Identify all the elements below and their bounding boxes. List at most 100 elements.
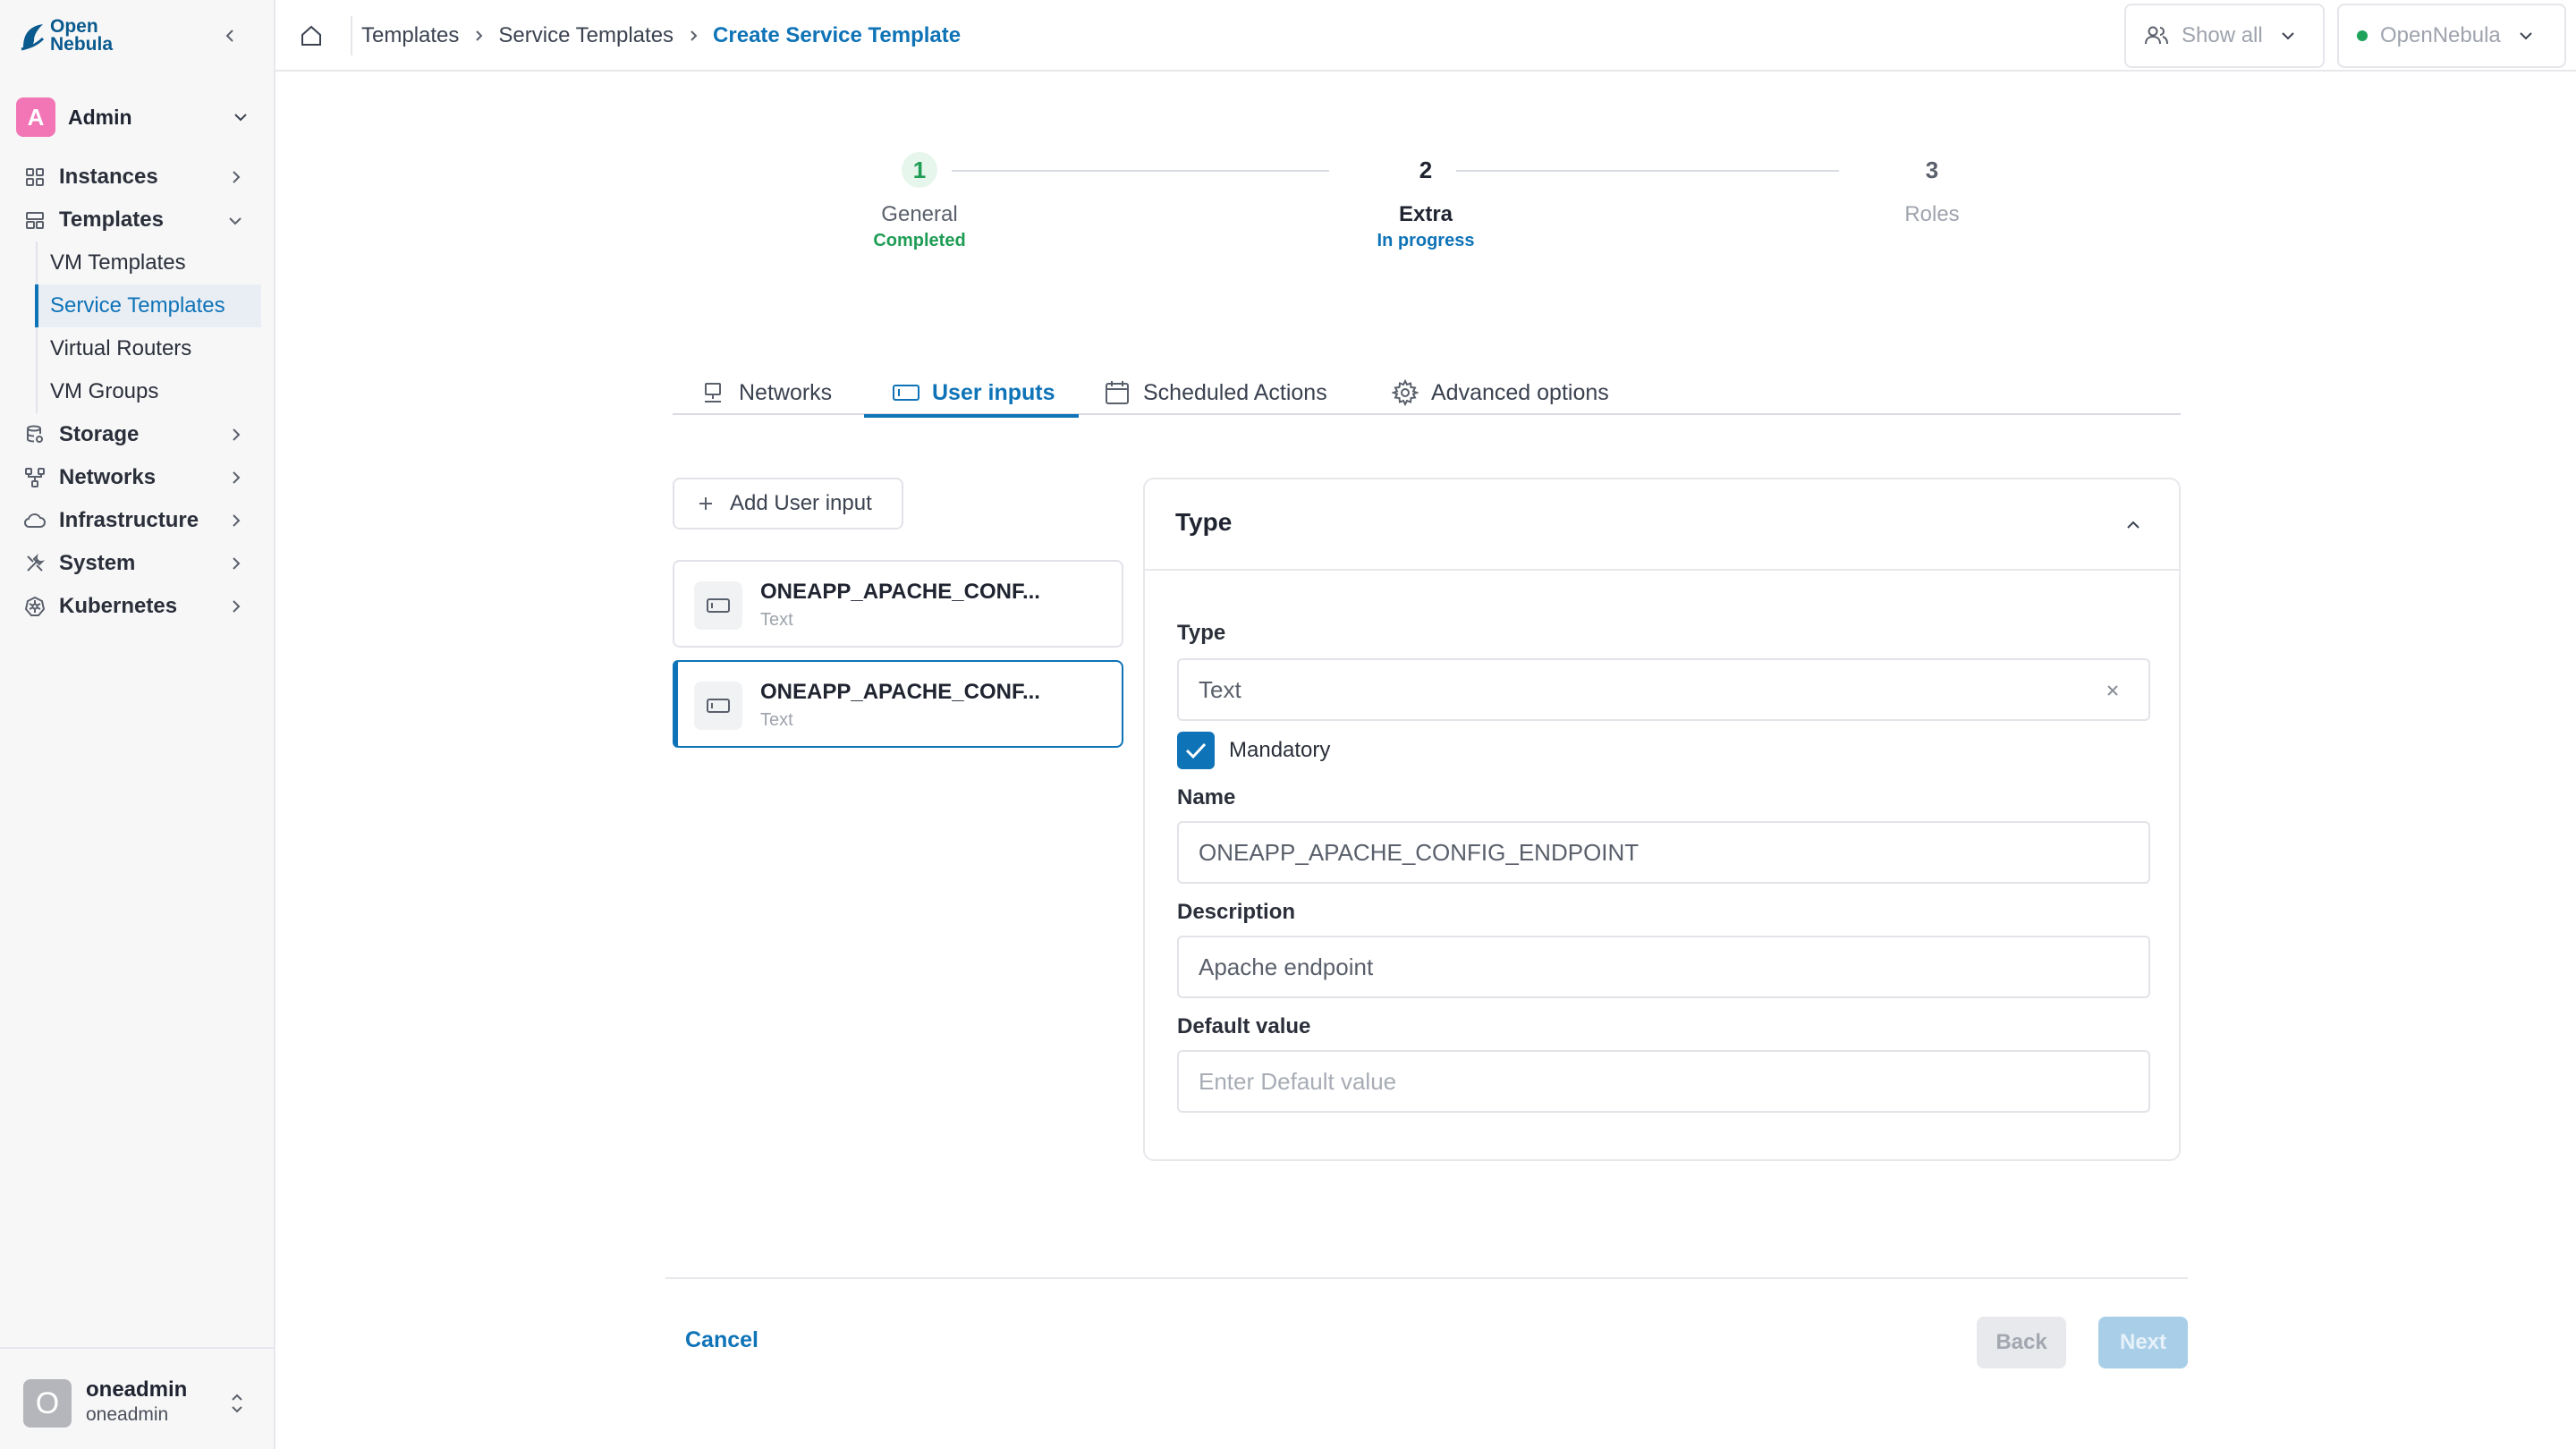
tab-advanced-options[interactable]: Advanced options — [1390, 370, 1609, 415]
chevron-right-icon — [224, 509, 247, 532]
collapse-sidebar-button[interactable] — [218, 23, 243, 48]
step-general[interactable]: 1 General Completed — [812, 152, 1027, 251]
sidebar-user-footer: O oneadmin oneadmin — [0, 1347, 274, 1449]
chevron-right-icon — [224, 595, 247, 618]
user-input-name: ONEAPP_APACHE_CONF... — [760, 580, 1040, 604]
name-input[interactable]: ONEAPP_APACHE_CONFIG_ENDPOINT — [1177, 821, 2150, 884]
step-number: 2 — [1419, 156, 1433, 183]
user-input-type: Text — [760, 610, 793, 630]
text-input-icon — [694, 682, 742, 730]
breadcrumb: Templates Service Templates Create Servi… — [361, 20, 961, 52]
default-value-input[interactable]: Enter Default value — [1177, 1050, 2150, 1113]
user-menu-toggle[interactable] — [225, 1388, 249, 1419]
sidebar-item-service-templates[interactable]: Service Templates — [35, 284, 261, 327]
mandatory-checkbox[interactable] — [1177, 732, 1215, 769]
tab-user-inputs[interactable]: User inputs — [864, 370, 1078, 418]
logo-row: Open Nebula — [20, 16, 261, 57]
sidebar-item-instances[interactable]: Instances — [0, 156, 274, 199]
clear-icon[interactable] — [2104, 682, 2122, 699]
sidebar-item-infrastructure[interactable]: Infrastructure — [0, 499, 274, 542]
tab-networks[interactable]: Networks — [698, 370, 832, 415]
tools-icon — [23, 552, 47, 575]
gear-icon — [1390, 377, 1420, 408]
sidebar-item-vm-templates[interactable]: VM Templates — [38, 242, 261, 284]
sidebar-item-vm-groups[interactable]: VM Groups — [38, 370, 261, 413]
zone-selector-button[interactable]: OpenNebula — [2337, 4, 2566, 68]
breadcrumb-templates[interactable]: Templates — [361, 23, 459, 48]
sidebar-item-templates[interactable]: Templates — [0, 199, 274, 242]
step-title: General — [881, 202, 958, 226]
home-button[interactable] — [295, 20, 327, 52]
step-extra[interactable]: 2 Extra In progress — [1318, 152, 1533, 251]
collapse-panel-button[interactable] — [2120, 512, 2147, 538]
chevron-left-icon — [225, 30, 233, 42]
step-status: Completed — [873, 231, 966, 250]
checkmark-icon — [1185, 742, 1207, 759]
avatar: O — [23, 1379, 72, 1428]
show-all-filter-button[interactable]: Show all — [2124, 4, 2325, 68]
chevron-down-icon — [2520, 32, 2532, 40]
chevron-down-icon — [234, 114, 247, 122]
chevron-up-down-icon — [232, 1394, 242, 1413]
home-icon — [301, 25, 321, 46]
sidebar-item-kubernetes[interactable]: Kubernetes — [0, 585, 274, 628]
extra-tabs: Networks User inputs Scheduled Actions A… — [673, 370, 2181, 418]
logo-line-1: Open — [50, 16, 98, 37]
chevron-up-icon — [2127, 521, 2140, 529]
user-input-item-selected[interactable]: ONEAPP_APACHE_CONF... Text — [673, 660, 1123, 748]
step-number: 3 — [1925, 156, 1939, 183]
tab-label: Advanced options — [1431, 379, 1609, 405]
opennebula-logo[interactable]: Open Nebula — [20, 16, 114, 55]
back-button[interactable]: Back — [1977, 1317, 2066, 1368]
sidebar-item-label: Templates — [59, 208, 164, 232]
sidebar-item-label: System — [59, 551, 136, 575]
type-select-value: Text — [1199, 675, 1241, 703]
breadcrumb-service-templates[interactable]: Service Templates — [498, 23, 674, 48]
user-input-icon — [891, 377, 921, 408]
step-status: In progress — [1377, 231, 1475, 250]
logo-text: Open Nebula — [50, 16, 114, 55]
sidebar: Open Nebula A Admin Instances Templates … — [0, 0, 275, 1449]
description-field-label: Description — [1177, 900, 1296, 924]
mandatory-label: Mandatory — [1229, 738, 1331, 762]
admin-group-selector[interactable]: A Admin — [16, 97, 261, 138]
mandatory-checkbox-row[interactable]: Mandatory — [1177, 732, 1330, 769]
sidebar-item-storage[interactable]: Storage — [0, 413, 274, 456]
breadcrumb-current: Create Service Template — [713, 23, 962, 47]
chevron-right-icon — [224, 165, 247, 189]
type-field-label: Type — [1177, 621, 1226, 645]
tab-scheduled-actions[interactable]: Scheduled Actions — [1102, 370, 1327, 415]
cloud-icon — [23, 509, 47, 532]
templates-icon — [23, 208, 47, 232]
add-user-input-label: Add User input — [730, 491, 872, 515]
step-roles[interactable]: 3 Roles — [1825, 152, 2039, 227]
user-input-type: Text — [760, 710, 793, 730]
network-icon — [698, 377, 728, 408]
panel-header: Type — [1145, 479, 2179, 571]
sidebar-item-networks[interactable]: Networks — [0, 456, 274, 499]
header-divider — [351, 16, 352, 55]
next-button[interactable]: Next — [2098, 1317, 2188, 1368]
sidebar-item-label: Networks — [59, 465, 157, 489]
sidebar-item-label: Kubernetes — [59, 594, 178, 618]
storage-icon — [23, 423, 47, 446]
show-all-label: Show all — [2182, 23, 2263, 47]
description-input[interactable]: Apache endpoint — [1177, 936, 2150, 998]
type-select[interactable]: Text — [1177, 658, 2150, 721]
sidebar-item-virtual-routers[interactable]: Virtual Routers — [38, 327, 261, 370]
chevron-right-icon — [686, 29, 700, 43]
logo-line-2: Nebula — [50, 34, 114, 55]
chevron-right-icon — [224, 466, 247, 489]
step-title: Roles — [1904, 202, 1960, 226]
add-user-input-button[interactable]: Add User input — [673, 478, 903, 530]
chevron-right-icon — [471, 29, 486, 43]
step-number: 1 — [902, 152, 937, 188]
footer-user-name: oneadmin — [86, 1377, 188, 1402]
chevron-right-icon — [224, 423, 247, 446]
cancel-button[interactable]: Cancel — [685, 1327, 758, 1353]
tab-label: User inputs — [932, 379, 1055, 405]
user-input-item[interactable]: ONEAPP_APACHE_CONF... Text — [673, 560, 1123, 648]
templates-subnav: VM Templates Service Templates Virtual R… — [35, 242, 274, 413]
user-input-type-panel: Type Type Text Mandatory Name ONEAPP_APA… — [1143, 478, 2181, 1161]
sidebar-item-system[interactable]: System — [0, 542, 274, 585]
